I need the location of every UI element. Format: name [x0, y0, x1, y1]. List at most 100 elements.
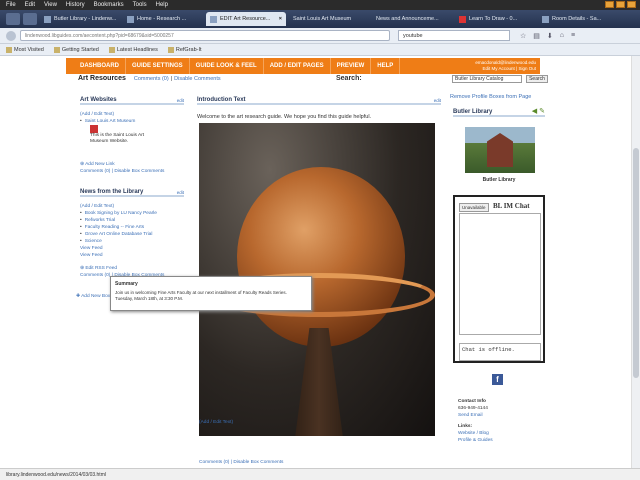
nav-help[interactable]: HELP — [371, 58, 401, 74]
edit-link[interactable]: edit — [177, 190, 184, 195]
bookmark-getting-started[interactable]: Getting Started — [53, 46, 99, 53]
nav-guide-settings[interactable]: GUIDE SETTINGS — [126, 58, 190, 74]
news-item: Science — [80, 238, 184, 245]
clipboard-icon[interactable]: ▤ — [533, 32, 540, 40]
menu-icon[interactable]: ≡ — [571, 32, 575, 40]
menu-history[interactable]: History — [66, 2, 85, 8]
box-comments-row: Comments (0) | Disable Box Comments — [199, 460, 284, 465]
chat-widget: Unavailable BL IM Chat Chat is offline. — [453, 195, 545, 363]
menu-edit[interactable]: Edit — [25, 2, 35, 8]
left-column: Art Websitesedit (Add / Edit Text) Saint… — [76, 97, 184, 300]
bookmark-refgrab[interactable]: RefGrab-It — [167, 46, 202, 53]
tab-room-details[interactable]: Room Details - Sa... — [538, 12, 618, 26]
search-button[interactable]: Search — [526, 74, 548, 83]
favicon-icon — [127, 15, 134, 23]
rss-icon — [108, 46, 115, 53]
add-edit-text-link[interactable]: (Add / Edit Text) — [199, 419, 233, 426]
favicon-icon — [542, 15, 549, 23]
tooltip-title: Summary — [115, 281, 138, 287]
nav-dashboard[interactable]: DASHBOARD — [74, 58, 126, 74]
edit-link[interactable]: edit — [434, 98, 441, 103]
page-header: Art Resources Comments (0) | Disable Com… — [78, 74, 548, 83]
pinned-tab[interactable] — [23, 13, 37, 25]
pinned-tab[interactable] — [6, 13, 20, 25]
download-icon[interactable]: ⬇ — [547, 32, 553, 40]
right-column: Butler Library ◀ ✎ Butler Library — [453, 107, 545, 183]
nav-preview[interactable]: PREVIEW — [331, 58, 372, 74]
youtube-icon — [459, 15, 466, 23]
nav-add-edit-pages[interactable]: ADD / EDIT PAGES — [264, 58, 331, 74]
page-scrollbar[interactable] — [631, 56, 640, 468]
profile-guides-link[interactable]: Profile & Guides — [458, 437, 493, 444]
tab-bar: Butler Library - Lindenw... Home - Resea… — [0, 10, 640, 28]
nav-guide-look-feel[interactable]: GUIDE LOOK & FEEL — [190, 58, 264, 74]
news-item: Refworks Trial — [80, 217, 184, 224]
favicon-icon — [44, 15, 51, 23]
menu-file[interactable]: File — [6, 2, 16, 8]
tooltip-date: Tuesday, March 18th, at 3:30 P.M. — [115, 296, 183, 301]
app-menubar: File Edit View History Bookmarks Tools H… — [0, 0, 640, 10]
user-email: emacdonald@lindenwood.edu — [475, 60, 536, 65]
edit-rss-feed-link[interactable]: ⊕ Edit RSS Feed — [80, 265, 184, 272]
chart-icon — [90, 125, 98, 133]
view-feed-link[interactable]: View Feed — [80, 252, 184, 259]
account-links[interactable]: Edit My Account | Sign Out — [475, 66, 536, 72]
profile-controls-icon[interactable]: ◀ ✎ — [532, 107, 545, 115]
close-window-icon[interactable] — [627, 1, 636, 8]
add-new-link[interactable]: ⊕ Add New Link — [80, 161, 184, 168]
user-box: emacdonald@lindenwood.edu Edit My Accoun… — [475, 60, 536, 71]
saint-louis-art-museum-link[interactable]: Saint Louis Art Museum — [85, 118, 136, 125]
tab-news[interactable]: News and Announceme... — [372, 12, 452, 26]
profile-caption: Butler Library — [482, 177, 516, 183]
tab-saint-louis-art-museum[interactable]: Saint Louis Art Museum — [289, 12, 369, 26]
link-item: Saint Louis Art Museum — [80, 118, 184, 125]
news-item: Grove Art Online Database Trial — [80, 231, 184, 238]
bookmark-latest-headlines[interactable]: Latest Headlines — [108, 46, 158, 53]
link-description: This is the Saint Louis Art Museum Websi… — [90, 133, 145, 144]
tab-learn-to-draw[interactable]: Learn To Draw - 0... — [455, 12, 535, 26]
close-tab-icon[interactable]: × — [279, 16, 282, 22]
chat-unavailable-button[interactable]: Unavailable — [459, 203, 489, 212]
view-feed-link[interactable]: View Feed — [80, 245, 184, 252]
home-icon[interactable]: ⌂ — [560, 32, 564, 40]
url-input[interactable]: lindenwood.libguides.com/aecontent.php?p… — [20, 30, 390, 41]
bookmark-most-visited[interactable]: Most Visited — [6, 46, 44, 53]
page-title: Art Resources — [78, 75, 126, 82]
bookmark-icon — [167, 46, 174, 53]
star-icon[interactable]: ☆ — [520, 32, 526, 40]
chat-title: BL IM Chat — [493, 202, 530, 210]
art-websites-header: Art Websites edit — [80, 97, 184, 105]
minimize-icon[interactable] — [605, 1, 614, 8]
bookmarks-bar: Most Visited Getting Started Latest Head… — [0, 44, 640, 56]
add-edit-text-link[interactable]: (Add / Edit Text) — [80, 203, 184, 210]
add-edit-text-link[interactable]: (Add / Edit Text) — [80, 111, 184, 118]
catalog-select[interactable]: Butler Library Catalog — [452, 74, 522, 83]
tab-edit-art-resources[interactable]: EDIT Art Resource... × — [206, 12, 286, 26]
facebook-icon[interactable]: f — [492, 374, 503, 385]
globe-sphere — [237, 167, 405, 347]
news-header: News from the Library edit — [80, 189, 184, 197]
library-photo — [465, 127, 535, 173]
menu-tools[interactable]: Tools — [133, 2, 147, 8]
disable-comments-link[interactable]: Disable Comments — [174, 76, 220, 82]
contact-phone: 636-949-4144 — [458, 406, 488, 411]
send-email-link[interactable]: Send Email — [458, 412, 493, 419]
page-comments-link[interactable]: Comments (0) — [134, 76, 169, 82]
back-icon[interactable] — [6, 30, 16, 41]
scrollbar-thumb[interactable] — [633, 148, 639, 378]
website-blog-link[interactable]: Website / Blog — [458, 430, 493, 437]
tab-home-research[interactable]: Home - Research ... — [123, 12, 203, 26]
remove-profile-boxes-link[interactable]: Remove Profile Boxes from Page — [450, 94, 531, 100]
maximize-icon[interactable] — [616, 1, 625, 8]
box-comments-row: Comments (0) | Disable Box Comments — [80, 169, 165, 174]
chat-messages-area — [459, 213, 541, 335]
search-input[interactable]: youtube — [398, 30, 510, 41]
tab-butler-library[interactable]: Butler Library - Lindenw... — [40, 12, 120, 26]
edit-link[interactable]: edit — [177, 98, 184, 103]
menu-bookmarks[interactable]: Bookmarks — [94, 2, 124, 8]
menu-help[interactable]: Help — [156, 2, 168, 8]
contact-box: Contact Info 636-949-4144 Send Email Lin… — [458, 398, 493, 444]
bookmark-icon — [53, 46, 60, 53]
menu-view[interactable]: View — [44, 2, 57, 8]
links-heading: Links: — [458, 424, 473, 429]
